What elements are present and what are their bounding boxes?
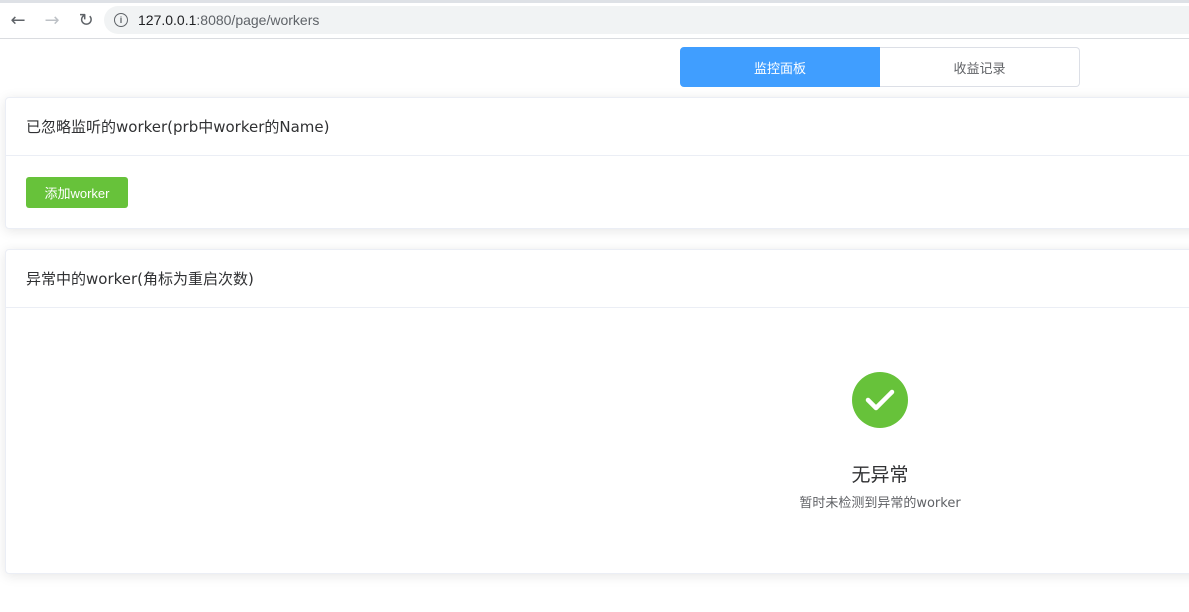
card-title: 异常中的worker(角标为重启次数) bbox=[6, 250, 1189, 308]
check-circle-icon bbox=[852, 372, 908, 428]
url-path: :8080/page/workers bbox=[196, 12, 320, 28]
empty-subtitle: 暂时未检测到异常的worker bbox=[799, 496, 961, 511]
back-icon[interactable]: ← bbox=[8, 10, 28, 31]
tab-bar: 监控面板 收益记录 bbox=[680, 47, 1080, 87]
reload-icon[interactable]: ↻ bbox=[76, 10, 96, 31]
info-icon[interactable]: i bbox=[114, 13, 128, 27]
empty-title: 无异常 bbox=[851, 464, 909, 486]
tab-monitor-panel[interactable]: 监控面板 bbox=[680, 47, 880, 87]
abnormal-workers-card: 异常中的worker(角标为重启次数) 无异常 暂时未检测到异常的worker bbox=[5, 249, 1189, 574]
browser-toolbar: ← → ↻ i 127.0.0.1:8080/page/workers bbox=[0, 3, 1189, 39]
url-host: 127.0.0.1 bbox=[138, 12, 197, 28]
ignored-workers-card: 已忽略监听的worker(prb中worker的Name) 添加worker bbox=[5, 97, 1189, 229]
tab-earnings-record[interactable]: 收益记录 bbox=[880, 47, 1080, 87]
forward-icon[interactable]: → bbox=[42, 10, 62, 31]
add-worker-button[interactable]: 添加worker bbox=[26, 177, 128, 208]
card-title: 已忽略监听的worker(prb中worker的Name) bbox=[6, 98, 1189, 156]
address-bar[interactable]: i 127.0.0.1:8080/page/workers bbox=[104, 6, 1189, 34]
